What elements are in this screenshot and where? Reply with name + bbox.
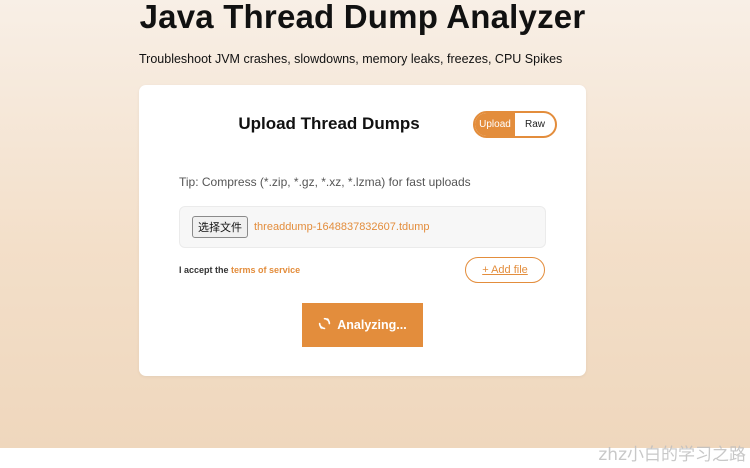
terms-link[interactable]: terms of service [231, 265, 300, 275]
hero-background: Java Thread Dump Analyzer Troubleshoot J… [0, 0, 750, 448]
toggle-raw[interactable]: Raw [515, 113, 555, 136]
page-title: Java Thread Dump Analyzer [139, 0, 586, 35]
terms-prefix: I accept the [179, 265, 229, 275]
watermark: zhz小白的学习之路 [598, 445, 746, 465]
analyze-button[interactable]: Analyzing... [302, 303, 423, 347]
card-title: Upload Thread Dumps [238, 114, 420, 133]
page-subtitle: Troubleshoot JVM crashes, slowdowns, mem… [139, 52, 563, 66]
toggle-upload[interactable]: Upload [475, 113, 515, 136]
choose-file-button[interactable]: 选择文件 [192, 216, 248, 238]
file-input-box: 选择文件 threaddump-1648837832607.tdump [179, 206, 546, 248]
add-file-button[interactable]: + Add file [465, 257, 545, 283]
compress-tip: Tip: Compress (*.zip, *.gz, *.xz, *.lzma… [179, 175, 471, 189]
selected-file-name: threaddump-1648837832607.tdump [254, 221, 430, 233]
terms-acceptance: I accept the terms of service [179, 265, 300, 275]
upload-mode-toggle: Upload Raw [473, 111, 557, 138]
analyze-label: Analyzing... [337, 318, 407, 332]
spinner-icon [318, 317, 331, 333]
upload-card: Upload Thread Dumps Upload Raw Tip: Comp… [139, 85, 586, 376]
